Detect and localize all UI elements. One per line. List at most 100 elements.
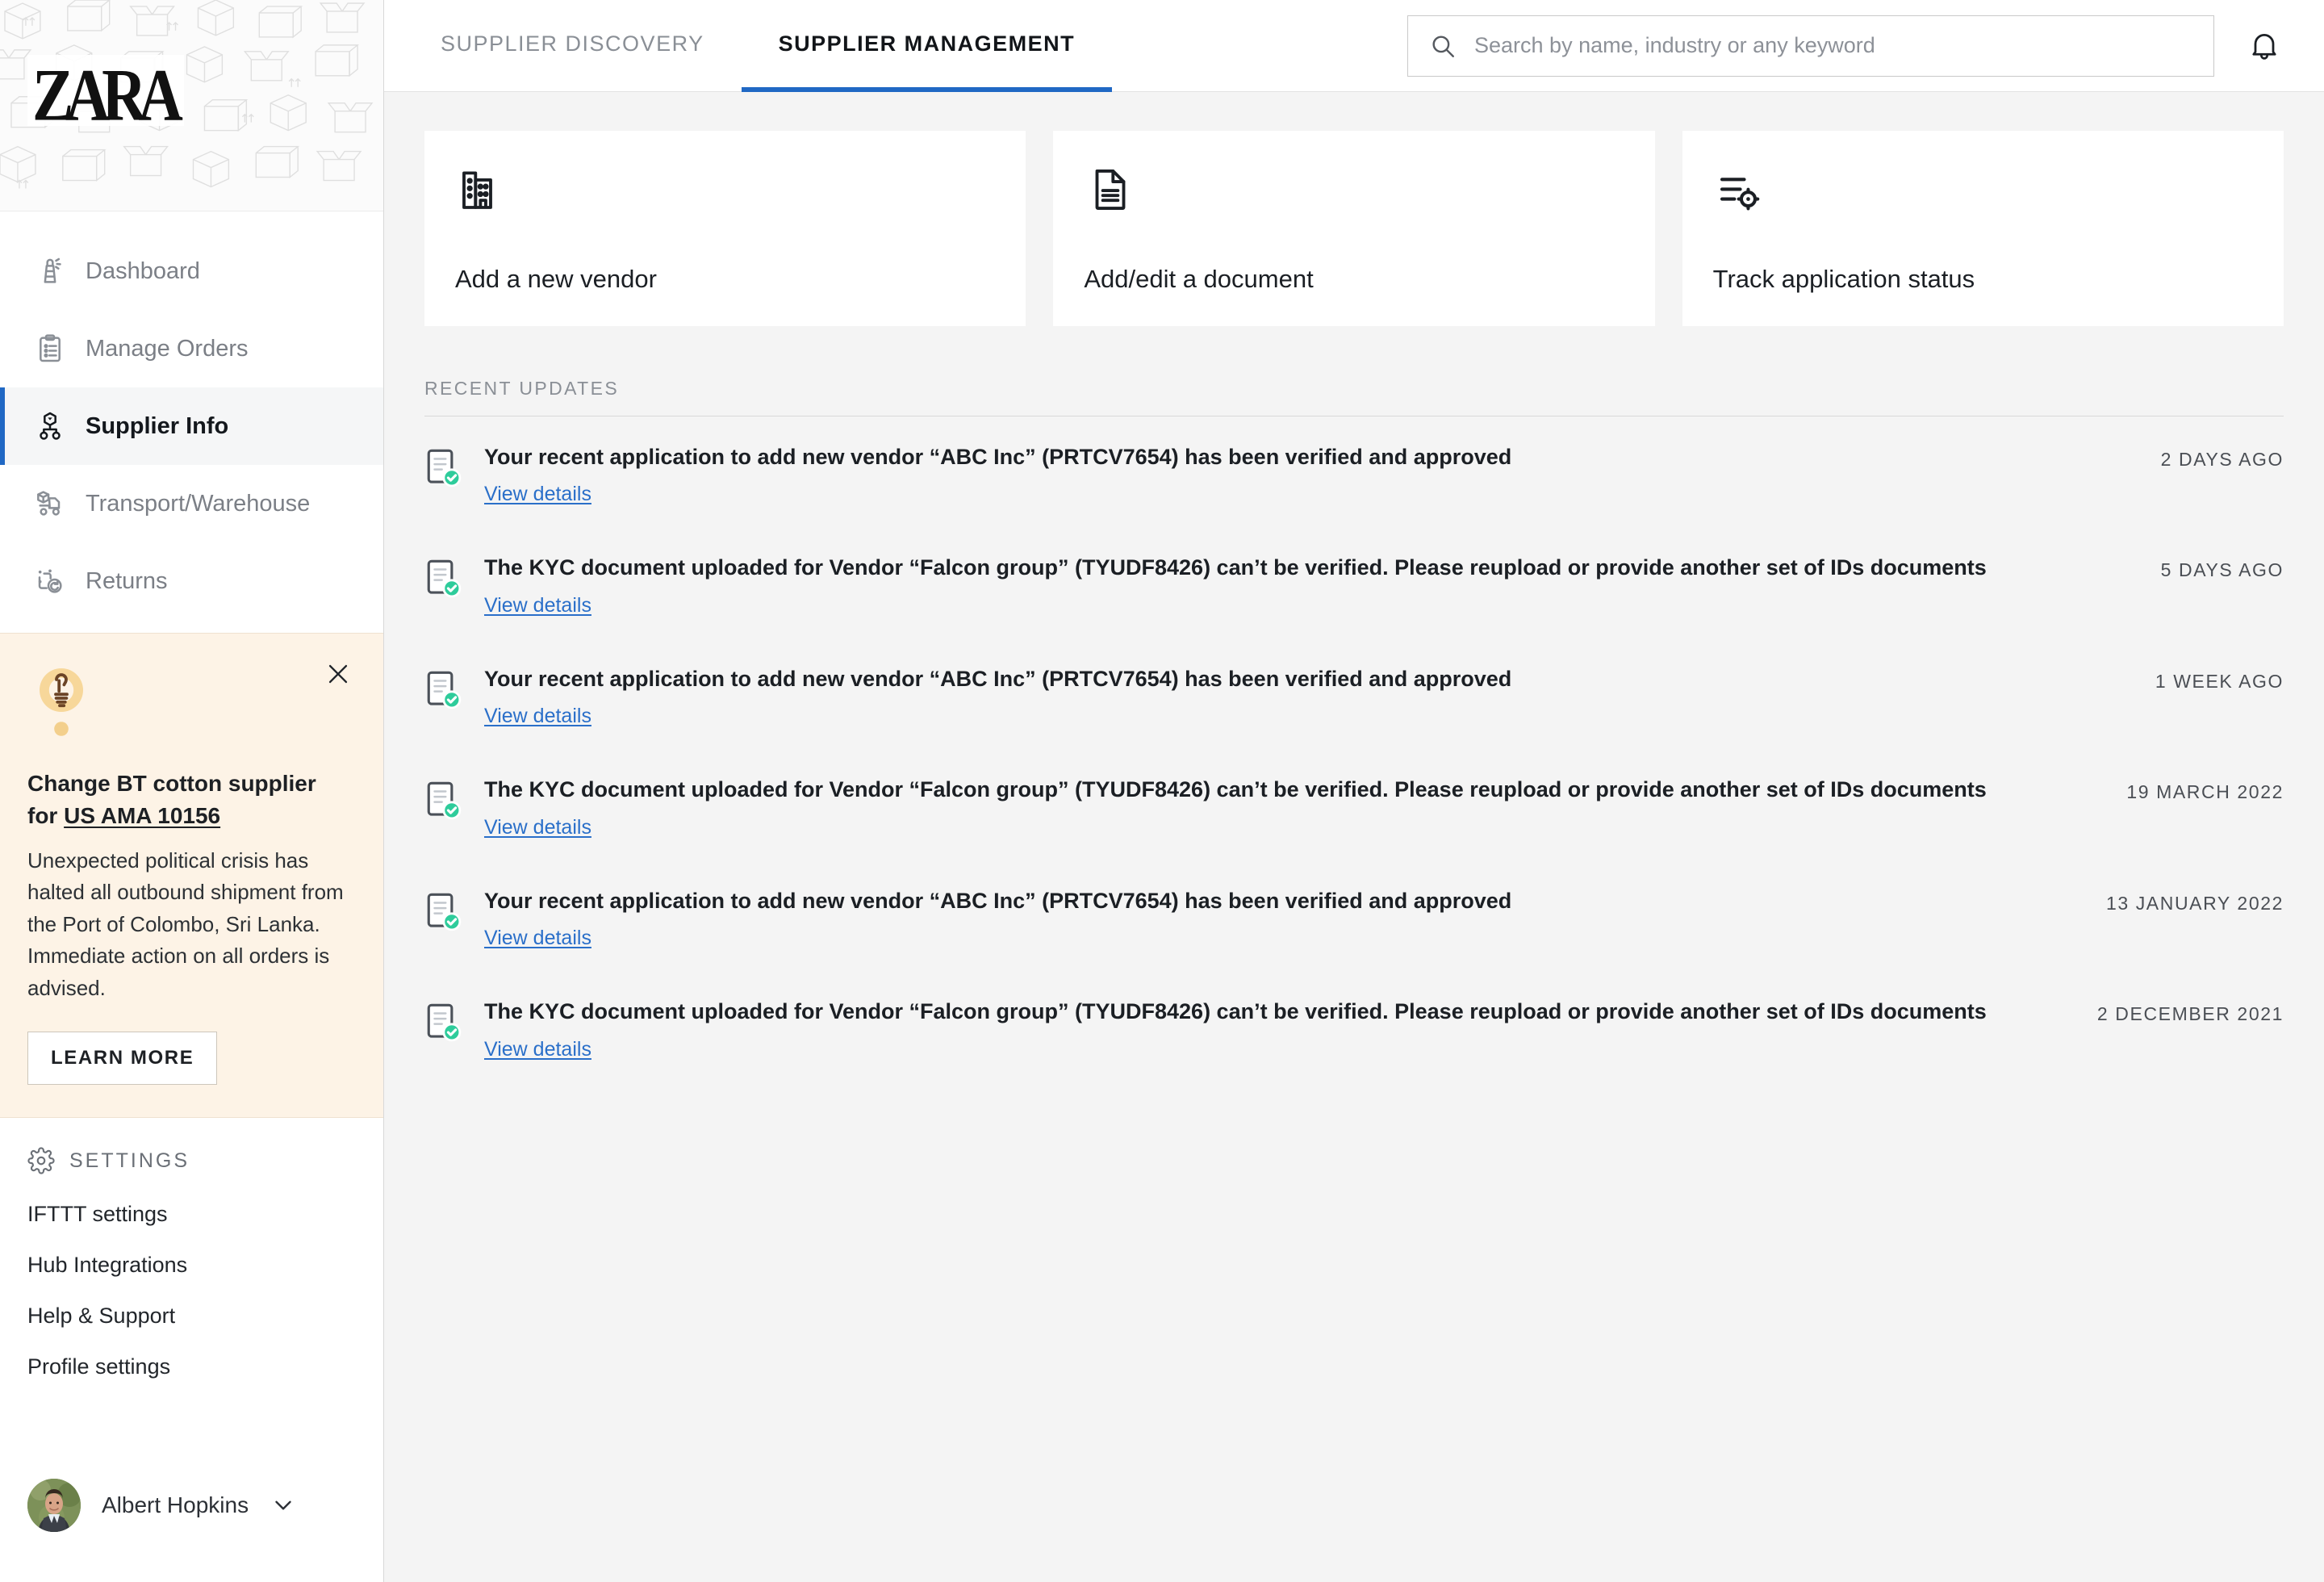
chevron-down-icon[interactable]	[270, 1492, 297, 1519]
view-details-link[interactable]: View details	[484, 1038, 591, 1061]
update-row-main: Your recent application to add new vendo…	[484, 664, 2109, 728]
sidebar-item-label: Supplier Info	[86, 412, 229, 439]
settings-link-ifttt[interactable]: IFTTT settings	[27, 1202, 356, 1227]
tip-card: Change BT cotton supplier for US AMA 101…	[0, 633, 383, 1119]
lightbulb-icon	[27, 663, 105, 750]
update-row[interactable]: The KYC document uploaded for Vendor “Fa…	[424, 971, 2284, 1082]
app-root: ZARA Dashboard Manage Orders Supplier In…	[0, 0, 2324, 1582]
update-row[interactable]: The KYC document uploaded for Vendor “Fa…	[424, 527, 2284, 638]
view-details-link[interactable]: View details	[484, 483, 591, 506]
sidebar-item-label: Transport/Warehouse	[86, 490, 311, 517]
avatar	[27, 1479, 81, 1532]
update-text: The KYC document uploaded for Vendor “Fa…	[484, 555, 1987, 580]
main-area: SUPPLIER DISCOVERY SUPPLIER MANAGEMENT S…	[384, 0, 2324, 1582]
card-add-new-vendor[interactable]: Add a new vendor	[424, 131, 1026, 326]
settings-heading-label: SETTINGS	[69, 1149, 190, 1172]
sidebar-item-label: Manage Orders	[86, 335, 249, 362]
topbar-right	[1407, 0, 2324, 91]
settings-links: IFTTT settings Hub Integrations Help & S…	[27, 1202, 356, 1379]
supplier-network-icon	[32, 408, 68, 444]
sidebar-item-label: Returns	[86, 567, 168, 594]
return-arrow-icon	[32, 563, 68, 599]
update-text: The KYC document uploaded for Vendor “Fa…	[484, 999, 1987, 1024]
view-details-link[interactable]: View details	[484, 705, 591, 728]
update-timestamp: 5 DAYS AGO	[2160, 559, 2284, 581]
document-verified-icon	[424, 891, 462, 935]
update-timestamp: 19 MARCH 2022	[2126, 781, 2284, 803]
update-row-main: Your recent application to add new vendo…	[484, 886, 2059, 950]
card-label: Track application status	[1712, 265, 1975, 293]
office-building-icon	[455, 163, 508, 216]
clipboard-list-icon	[32, 331, 68, 366]
document-icon	[1084, 163, 1137, 216]
update-row-main: Your recent application to add new vendo…	[484, 442, 2114, 506]
update-text: Your recent application to add new vendo…	[484, 666, 1512, 691]
card-label: Add a new vendor	[455, 265, 657, 293]
document-verified-icon	[424, 447, 462, 491]
update-row[interactable]: Your recent application to add new vendo…	[424, 416, 2284, 527]
sidebar-item-supplier-info[interactable]: Supplier Info	[0, 387, 383, 465]
sidebar: ZARA Dashboard Manage Orders Supplier In…	[0, 0, 384, 1582]
update-row[interactable]: Your recent application to add new vendo…	[424, 638, 2284, 749]
bell-icon[interactable]	[2242, 23, 2287, 69]
update-row-main: The KYC document uploaded for Vendor “Fa…	[484, 775, 2079, 839]
document-verified-icon	[424, 669, 462, 713]
search-icon	[1429, 32, 1457, 60]
search-input[interactable]	[1474, 33, 2192, 58]
settings-section: SETTINGS IFTTT settings Hub Integrations…	[0, 1118, 383, 1379]
update-timestamp: 2 DECEMBER 2021	[2096, 1003, 2284, 1025]
view-details-link[interactable]: View details	[484, 927, 591, 950]
update-row[interactable]: Your recent application to add new vendo…	[424, 860, 2284, 971]
brand-logo: ZARA	[27, 55, 184, 133]
tip-body: Unexpected political crisis has halted a…	[27, 848, 344, 1000]
tab-supplier-discovery[interactable]: SUPPLIER DISCOVERY	[415, 0, 742, 92]
update-text: Your recent application to add new vendo…	[484, 888, 1512, 913]
update-text: The KYC document uploaded for Vendor “Fa…	[484, 777, 1987, 802]
update-timestamp: 1 WEEK AGO	[2155, 670, 2284, 692]
user-profile[interactable]: Albert Hopkins	[0, 1479, 383, 1582]
delivery-truck-icon	[32, 486, 68, 521]
settings-link-hub-integrations[interactable]: Hub Integrations	[27, 1253, 356, 1278]
document-verified-icon	[424, 1002, 462, 1045]
view-details-link[interactable]: View details	[484, 816, 591, 839]
recent-updates-list: Your recent application to add new vendo…	[384, 416, 2324, 1082]
card-label: Add/edit a document	[1084, 265, 1314, 293]
recent-updates-heading: RECENT UPDATES	[424, 378, 620, 399]
settings-heading: SETTINGS	[27, 1147, 356, 1174]
update-timestamp: 13 JANUARY 2022	[2105, 892, 2284, 914]
tab-bar: SUPPLIER DISCOVERY SUPPLIER MANAGEMENT	[415, 0, 1113, 92]
tab-supplier-management[interactable]: SUPPLIER MANAGEMENT	[741, 0, 1113, 92]
tip-title-link[interactable]: US AMA 10156	[64, 803, 220, 828]
update-row[interactable]: The KYC document uploaded for Vendor “Fa…	[424, 749, 2284, 860]
view-details-link[interactable]: View details	[484, 594, 591, 617]
search-box[interactable]	[1407, 15, 2214, 77]
sidebar-item-label: Dashboard	[86, 257, 200, 284]
card-add-edit-document[interactable]: Add/edit a document	[1053, 131, 1655, 326]
update-timestamp: 2 DAYS AGO	[2160, 449, 2284, 470]
tip-title: Change BT cotton supplier for US AMA 101…	[27, 768, 351, 832]
sidebar-item-dashboard[interactable]: Dashboard	[0, 232, 383, 310]
learn-more-button[interactable]: LEARN MORE	[27, 1032, 218, 1086]
update-row-main: The KYC document uploaded for Vendor “Fa…	[484, 997, 2050, 1061]
content-scroll: Add a new vendor Add/edit a document Tra…	[384, 92, 2324, 1582]
close-icon[interactable]	[322, 658, 354, 690]
lighthouse-icon	[32, 253, 68, 289]
document-verified-icon	[424, 780, 462, 823]
document-verified-icon	[424, 558, 462, 601]
sidebar-item-transport-warehouse[interactable]: Transport/Warehouse	[0, 465, 383, 542]
update-row-main: The KYC document uploaded for Vendor “Fa…	[484, 553, 2114, 617]
track-status-icon	[1713, 163, 1766, 216]
settings-link-help-support[interactable]: Help & Support	[27, 1304, 356, 1329]
gear-icon	[27, 1147, 55, 1174]
zara-wordmark: ZARA	[32, 54, 183, 137]
settings-link-profile-settings[interactable]: Profile settings	[27, 1354, 356, 1379]
quick-action-cards: Add a new vendor Add/edit a document Tra…	[384, 92, 2324, 326]
sidebar-nav: Dashboard Manage Orders Supplier Info Tr…	[0, 211, 383, 620]
update-text: Your recent application to add new vendo…	[484, 445, 1512, 469]
card-track-application-status[interactable]: Track application status	[1682, 131, 2284, 326]
brand-header: ZARA	[0, 0, 383, 211]
sidebar-item-manage-orders[interactable]: Manage Orders	[0, 310, 383, 387]
topbar: SUPPLIER DISCOVERY SUPPLIER MANAGEMENT	[384, 0, 2324, 92]
sidebar-item-returns[interactable]: Returns	[0, 542, 383, 620]
user-name: Albert Hopkins	[102, 1492, 249, 1517]
